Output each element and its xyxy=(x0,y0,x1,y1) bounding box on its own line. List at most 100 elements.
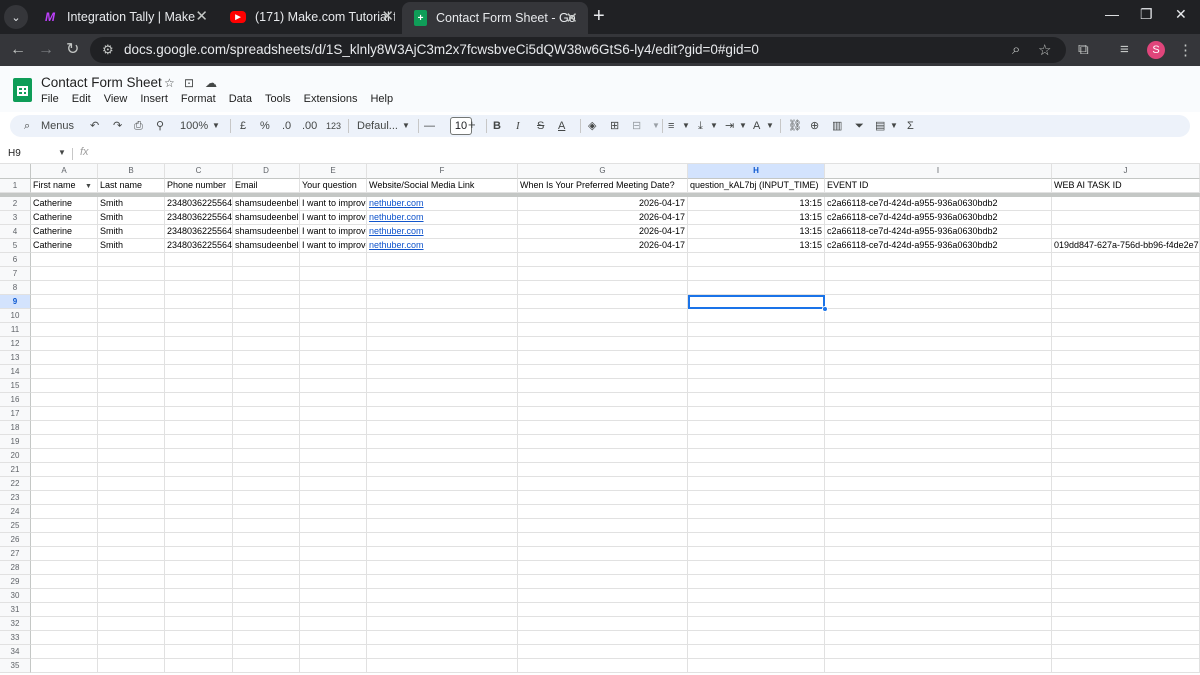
empty-cell[interactable] xyxy=(1052,365,1200,379)
empty-cell[interactable] xyxy=(300,295,367,309)
zoom-select[interactable]: 100% xyxy=(180,118,208,134)
empty-cell[interactable] xyxy=(825,491,1052,505)
table-cell[interactable]: Smith xyxy=(98,239,165,253)
table-cell[interactable]: c2a66118-ce7d-424d-a955-936a0630bdb2 xyxy=(825,239,1052,253)
table-cell[interactable]: Catherine xyxy=(31,197,98,211)
table-cell[interactable]: nethuber.com xyxy=(367,225,518,239)
empty-cell[interactable] xyxy=(825,561,1052,575)
empty-cell[interactable] xyxy=(233,435,300,449)
empty-cell[interactable] xyxy=(98,617,165,631)
empty-cell[interactable] xyxy=(98,519,165,533)
row-header[interactable]: 1 xyxy=(0,179,31,193)
empty-cell[interactable] xyxy=(688,449,825,463)
empty-cell[interactable] xyxy=(518,533,688,547)
table-cell[interactable]: nethuber.com xyxy=(367,211,518,225)
empty-cell[interactable] xyxy=(1052,379,1200,393)
empty-cell[interactable] xyxy=(688,323,825,337)
row-header[interactable]: 33 xyxy=(0,631,31,645)
empty-cell[interactable] xyxy=(98,533,165,547)
fill-color-icon[interactable]: ◈ xyxy=(588,118,596,134)
url-text[interactable]: docs.google.com/spreadsheets/d/1S_klnly8… xyxy=(124,42,759,57)
empty-cell[interactable] xyxy=(367,267,518,281)
empty-cell[interactable] xyxy=(300,547,367,561)
empty-cell[interactable] xyxy=(825,463,1052,477)
empty-cell[interactable] xyxy=(300,659,367,673)
empty-cell[interactable] xyxy=(688,309,825,323)
empty-cell[interactable] xyxy=(367,295,518,309)
empty-cell[interactable] xyxy=(98,491,165,505)
empty-cell[interactable] xyxy=(825,547,1052,561)
empty-cell[interactable] xyxy=(518,407,688,421)
empty-cell[interactable] xyxy=(300,393,367,407)
empty-cell[interactable] xyxy=(1052,491,1200,505)
empty-cell[interactable] xyxy=(518,379,688,393)
empty-cell[interactable] xyxy=(1052,435,1200,449)
empty-cell[interactable] xyxy=(1052,281,1200,295)
empty-cell[interactable] xyxy=(518,281,688,295)
empty-cell[interactable] xyxy=(233,617,300,631)
menu-edit[interactable]: Edit xyxy=(72,93,91,105)
empty-cell[interactable] xyxy=(367,505,518,519)
empty-cell[interactable] xyxy=(825,379,1052,393)
text-wrapping-icon[interactable]: ⇥ xyxy=(725,118,734,134)
empty-cell[interactable] xyxy=(367,393,518,407)
empty-cell[interactable] xyxy=(165,561,233,575)
empty-cell[interactable] xyxy=(367,407,518,421)
move-folder-icon[interactable]: ⊡ xyxy=(184,76,194,90)
empty-cell[interactable] xyxy=(165,365,233,379)
empty-cell[interactable] xyxy=(1052,295,1200,309)
empty-cell[interactable] xyxy=(300,323,367,337)
empty-cell[interactable] xyxy=(825,281,1052,295)
row-header[interactable]: 6 xyxy=(0,253,31,267)
zoom-search-icon[interactable]: ⌕ xyxy=(1012,41,1020,58)
empty-cell[interactable] xyxy=(233,519,300,533)
empty-cell[interactable] xyxy=(1052,407,1200,421)
table-cell[interactable]: 2348036225564 xyxy=(165,239,233,253)
undo-icon[interactable]: ↶ xyxy=(90,118,99,134)
table-cell[interactable]: shamsudeenbell xyxy=(233,211,300,225)
empty-cell[interactable] xyxy=(518,323,688,337)
empty-cell[interactable] xyxy=(367,435,518,449)
empty-cell[interactable] xyxy=(98,267,165,281)
empty-cell[interactable] xyxy=(367,645,518,659)
empty-cell[interactable] xyxy=(165,645,233,659)
currency-format-button[interactable]: £ xyxy=(240,118,246,134)
empty-cell[interactable] xyxy=(518,449,688,463)
table-cell[interactable]: Smith xyxy=(98,197,165,211)
empty-cell[interactable] xyxy=(233,267,300,281)
percent-format-button[interactable]: % xyxy=(260,118,270,134)
empty-cell[interactable] xyxy=(367,617,518,631)
column-header-g[interactable]: G xyxy=(518,164,688,179)
empty-cell[interactable] xyxy=(300,351,367,365)
table-cell[interactable]: 2026-04-17 xyxy=(518,197,688,211)
empty-cell[interactable] xyxy=(518,309,688,323)
empty-cell[interactable] xyxy=(300,631,367,645)
row-header[interactable]: 23 xyxy=(0,491,31,505)
empty-cell[interactable] xyxy=(165,323,233,337)
empty-cell[interactable] xyxy=(165,491,233,505)
empty-cell[interactable] xyxy=(367,379,518,393)
paint-format-icon[interactable]: ⚲ xyxy=(156,118,164,134)
empty-cell[interactable] xyxy=(31,631,98,645)
empty-cell[interactable] xyxy=(825,631,1052,645)
empty-cell[interactable] xyxy=(688,463,825,477)
row-header[interactable]: 17 xyxy=(0,407,31,421)
column-header-e[interactable]: E xyxy=(300,164,367,179)
table-cell[interactable]: c2a66118-ce7d-424d-a955-936a0630bdb2 xyxy=(825,211,1052,225)
menu-format[interactable]: Format xyxy=(181,93,216,105)
empty-cell[interactable] xyxy=(367,463,518,477)
empty-cell[interactable] xyxy=(825,365,1052,379)
text-rotation-icon[interactable]: A xyxy=(753,118,760,134)
text-color-button[interactable]: A xyxy=(558,118,565,134)
empty-cell[interactable] xyxy=(233,351,300,365)
empty-cell[interactable] xyxy=(1052,477,1200,491)
empty-cell[interactable] xyxy=(518,477,688,491)
table-cell[interactable] xyxy=(1052,197,1200,211)
empty-cell[interactable] xyxy=(98,603,165,617)
header-cell[interactable]: Your question xyxy=(300,179,367,193)
functions-icon[interactable]: Σ xyxy=(907,118,914,134)
empty-cell[interactable] xyxy=(233,533,300,547)
close-icon[interactable]: ✕ xyxy=(195,9,208,25)
empty-cell[interactable] xyxy=(367,519,518,533)
empty-cell[interactable] xyxy=(518,463,688,477)
